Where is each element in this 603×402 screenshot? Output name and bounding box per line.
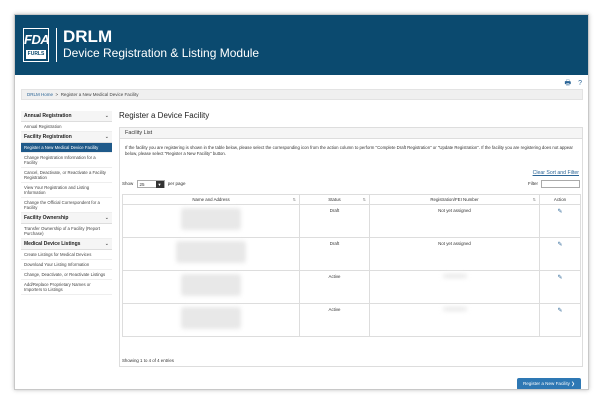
sidebar-item-annual-registration[interactable]: Annual Registration xyxy=(21,122,112,132)
table-info: Showing 1 to 4 of 4 entries xyxy=(122,358,174,363)
panel-title: Facility List xyxy=(120,128,582,139)
help-icon[interactable]: ? xyxy=(578,80,582,87)
chevron-down-icon: ⌄ xyxy=(104,241,109,247)
clear-sort-filter-link[interactable]: Clear Sort and Filter xyxy=(533,170,579,176)
sidebar-item-view-registration[interactable]: View Your Registration and Listing Infor… xyxy=(21,183,112,198)
table-row: Active ✎ xyxy=(122,270,581,304)
name-address-cell xyxy=(122,270,300,304)
column-label: Action xyxy=(553,197,567,202)
section-label: Annual Registration xyxy=(24,113,72,119)
redacted-address xyxy=(181,274,241,296)
show-label: Show xyxy=(122,181,134,187)
print-icon[interactable]: 🖶 xyxy=(565,80,572,87)
section-label: Facility Ownership xyxy=(24,215,69,221)
sidebar-item-change-listings[interactable]: Change, Deactivate, or Reactivate Listin… xyxy=(21,270,112,280)
registration-cell xyxy=(369,270,540,304)
sidebar-item-register-new-facility[interactable]: Register a New Medical Device Facility xyxy=(21,143,112,153)
filter-label: Filter xyxy=(528,181,538,187)
per-page-value: 25 xyxy=(139,182,145,187)
chevron-down-icon: ▼ xyxy=(155,181,164,188)
page-title: Register a Device Facility xyxy=(119,111,210,120)
column-header-status[interactable]: Status ⇅ xyxy=(299,194,370,205)
redacted-address xyxy=(176,241,246,263)
action-cell: ✎ xyxy=(539,270,581,304)
register-new-facility-button[interactable]: Register a New Facility ❯ xyxy=(517,378,581,389)
page-length-control: Show 25 ▼ per page xyxy=(122,180,186,188)
redacted-registration-number xyxy=(442,307,467,311)
section-label: Facility Registration xyxy=(24,134,72,140)
breadcrumb-home-link[interactable]: DRLM Home xyxy=(27,92,53,97)
edit-icon[interactable]: ✎ xyxy=(557,209,562,215)
table-header-row: Name and Address ⇅ Status ⇅ Registration/F… xyxy=(122,194,581,205)
sidebar-section-facility-registration[interactable]: Facility Registration ⌄ xyxy=(21,132,112,143)
sidebar-item-change-registration[interactable]: Change Registration Information for a Fa… xyxy=(21,153,112,168)
filter-control: Filter xyxy=(528,180,580,188)
logo-furls-text: FURLS xyxy=(26,50,46,59)
registration-cell xyxy=(369,303,540,337)
column-label: Name and Address xyxy=(192,197,230,202)
table-row: Draft Not yet assigned ✎ xyxy=(122,204,581,238)
app-title: DRLM xyxy=(63,27,113,46)
column-header-registration[interactable]: Registration/FEI Number ⇅ xyxy=(369,194,540,205)
sidebar-item-cancel-registration[interactable]: Cancel, Deactivate, or Reactivate a Faci… xyxy=(21,168,112,183)
name-address-cell xyxy=(122,303,300,337)
sort-icon: ⇅ xyxy=(292,197,296,202)
status-cell: Draft xyxy=(299,204,370,238)
status-cell: Draft xyxy=(299,237,370,271)
app-header: FDA FURLS DRLM Device Registration & Lis… xyxy=(15,15,588,75)
chevron-down-icon: ⌄ xyxy=(104,113,109,119)
sidebar-item-create-listings[interactable]: Create Listings for Medical Devices xyxy=(21,250,112,260)
status-cell: Active xyxy=(299,303,370,337)
sidebar-item-transfer-ownership[interactable]: Transfer Ownership of a Facility (Report… xyxy=(21,224,112,239)
edit-icon[interactable]: ✎ xyxy=(557,275,562,281)
redacted-address xyxy=(181,208,241,230)
column-header-action: Action xyxy=(539,194,581,205)
table-row: Draft Not yet assigned ✎ xyxy=(122,237,581,271)
facility-list-panel: Facility List If the facility you are re… xyxy=(119,127,583,367)
fda-furls-logo: FDA FURLS xyxy=(23,28,50,62)
app-subtitle: Device Registration & Listing Module xyxy=(63,46,260,60)
action-cell: ✎ xyxy=(539,303,581,337)
sidebar-nav: Annual Registration ⌄ Annual Registration… xyxy=(21,111,112,333)
redacted-address xyxy=(181,307,241,329)
redacted-registration-number xyxy=(442,274,467,278)
breadcrumb: DRLM Home > Register a New Medical Devic… xyxy=(21,89,583,100)
edit-icon[interactable]: ✎ xyxy=(557,242,562,248)
column-label: Registration/FEI Number xyxy=(430,197,479,202)
registration-cell: Not yet assigned xyxy=(369,204,540,238)
registration-cell: Not yet assigned xyxy=(369,237,540,271)
sort-icon: ⇅ xyxy=(532,197,536,202)
sidebar-section-annual-registration[interactable]: Annual Registration ⌄ xyxy=(21,111,112,122)
breadcrumb-separator: > xyxy=(55,92,59,97)
action-cell: ✎ xyxy=(539,204,581,238)
app-window: FDA FURLS DRLM Device Registration & Lis… xyxy=(14,14,589,390)
name-address-cell xyxy=(122,237,300,271)
column-label: Status xyxy=(328,197,341,202)
sidebar-item-add-proprietary-names[interactable]: Add/Replace Proprietary Names or Importe… xyxy=(21,280,112,295)
sidebar-section-facility-ownership[interactable]: Facility Ownership ⌄ xyxy=(21,213,112,224)
sidebar-item-change-correspondent[interactable]: Change the Official Correspondent for a … xyxy=(21,198,112,213)
status-cell: Active xyxy=(299,270,370,304)
per-page-label: per page xyxy=(167,181,186,187)
name-address-cell xyxy=(122,204,300,238)
column-header-name-address[interactable]: Name and Address ⇅ xyxy=(122,194,300,205)
header-divider xyxy=(56,28,57,62)
breadcrumb-current: Register a New Medical Device Facility xyxy=(60,92,139,97)
sidebar-item-download-listing[interactable]: Download Your Listing Information xyxy=(21,260,112,270)
edit-icon[interactable]: ✎ xyxy=(557,308,562,314)
table-row: Active ✎ xyxy=(122,303,581,337)
instructions-text: If the facility you are registering is s… xyxy=(125,145,573,156)
section-label: Medical Device Listings xyxy=(24,241,81,247)
sidebar-section-device-listings[interactable]: Medical Device Listings ⌄ xyxy=(21,239,112,250)
filter-input[interactable] xyxy=(541,180,580,188)
chevron-down-icon: ⌄ xyxy=(104,134,109,140)
action-cell: ✎ xyxy=(539,237,581,271)
main-content: Register a Device Facility Facility List… xyxy=(119,111,583,381)
per-page-select[interactable]: 25 ▼ xyxy=(136,180,165,188)
facility-table: Name and Address ⇅ Status ⇅ Registration/F… xyxy=(122,194,581,337)
chevron-down-icon: ⌄ xyxy=(104,215,109,221)
sort-icon: ⇅ xyxy=(362,197,366,202)
logo-fda-text: FDA xyxy=(24,32,50,47)
